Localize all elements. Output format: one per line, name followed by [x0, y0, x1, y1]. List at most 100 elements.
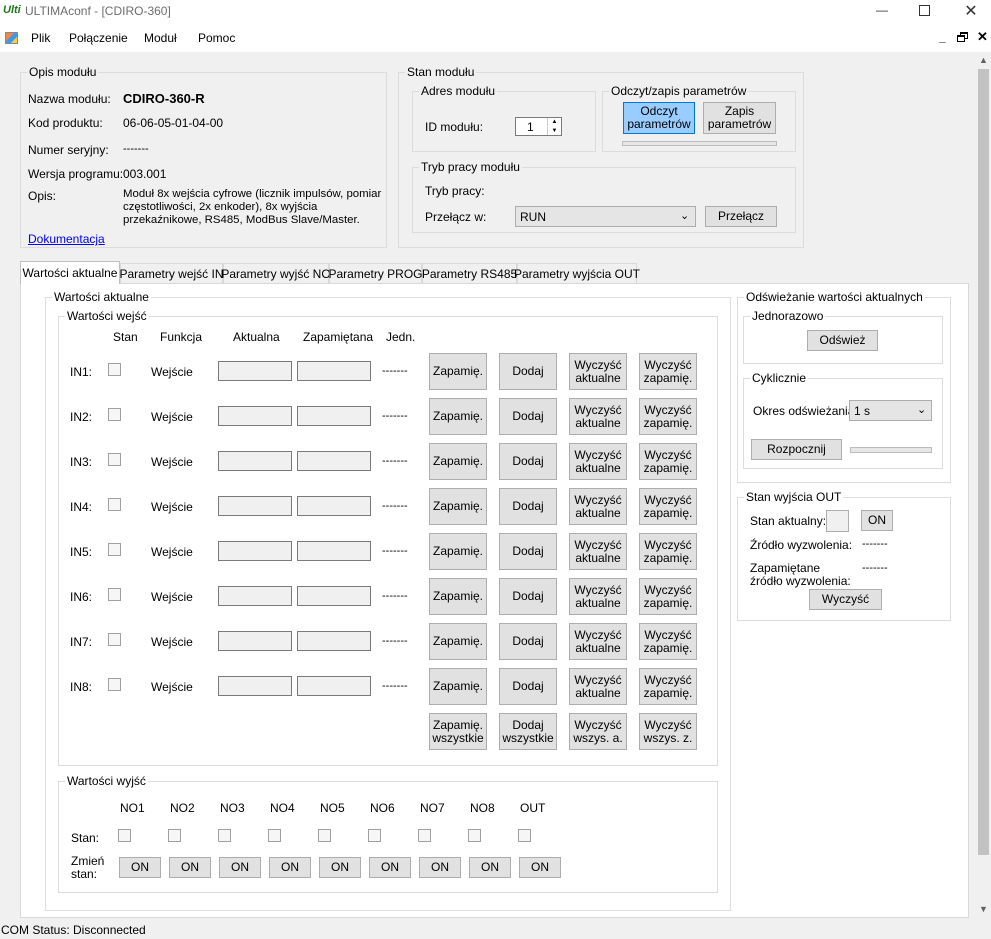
- add-button-in3[interactable]: Dodaj: [499, 443, 557, 480]
- add-button-in5[interactable]: Dodaj: [499, 533, 557, 570]
- output-on-button-no5[interactable]: ON: [319, 857, 361, 878]
- menu-item-modul[interactable]: Moduł: [144, 31, 177, 45]
- clear-stored-button-in8[interactable]: Wyczyść zapamię.: [639, 668, 697, 705]
- spin-up-icon[interactable]: ▲: [547, 118, 561, 126]
- documentation-link[interactable]: Dokumentacja: [28, 232, 105, 246]
- read-params-button[interactable]: Odczyt parametrów: [623, 102, 695, 134]
- period-select[interactable]: 1 s ⌄: [849, 400, 932, 421]
- output-on-button-no8[interactable]: ON: [469, 857, 511, 878]
- out-source-value: -------: [862, 538, 888, 550]
- menu-item-plik[interactable]: Plik: [31, 31, 50, 45]
- store-button-in2[interactable]: Zapamię.: [429, 398, 487, 435]
- out-clear-button[interactable]: Wyczyść: [809, 589, 882, 610]
- spin-down-icon[interactable]: ▼: [547, 127, 561, 135]
- clear-stored-button-in4[interactable]: Wyczyść zapamię.: [639, 488, 697, 525]
- clear-current-button-in3[interactable]: Wyczyść aktualne: [569, 443, 627, 480]
- read-write-progress: [622, 141, 777, 146]
- tab-parametry-wyjsc-no[interactable]: Parametry wyjść NO: [221, 263, 331, 283]
- store-all-button[interactable]: Zapamię. wszystkie: [429, 713, 487, 750]
- tab-parametry-prog[interactable]: Parametry PROG: [328, 263, 423, 283]
- input-stored-value-in4: [297, 496, 371, 516]
- input-row-label-in1: IN1:: [70, 365, 93, 379]
- input-row-label-in5: IN5:: [70, 545, 93, 559]
- com-status: COM Status: Disconnected: [1, 923, 146, 937]
- description-label: Opis:: [28, 189, 57, 203]
- output-on-button-no2[interactable]: ON: [169, 857, 211, 878]
- store-button-in3[interactable]: Zapamię.: [429, 443, 487, 480]
- switch-button[interactable]: Przełącz: [705, 206, 777, 227]
- output-on-button-out[interactable]: ON: [519, 857, 561, 878]
- start-cyclic-button[interactable]: Rozpocznij: [751, 439, 842, 460]
- clear-all-stored-button[interactable]: Wyczyść wszys. z.: [639, 713, 697, 750]
- scroll-down-icon[interactable]: ▼: [979, 904, 988, 914]
- output-on-button-no3[interactable]: ON: [219, 857, 261, 878]
- clear-stored-button-in2[interactable]: Wyczyść zapamię.: [639, 398, 697, 435]
- output-on-button-no6[interactable]: ON: [369, 857, 411, 878]
- clear-current-button-in5[interactable]: Wyczyść aktualne: [569, 533, 627, 570]
- clear-current-button-in6[interactable]: Wyczyść aktualne: [569, 578, 627, 615]
- tab-wartosci-aktualne[interactable]: Wartości aktualne: [20, 261, 120, 284]
- serial-label: Numer seryjny:: [28, 143, 109, 157]
- clear-stored-button-in3[interactable]: Wyczyść zapamię.: [639, 443, 697, 480]
- clear-stored-button-in5[interactable]: Wyczyść zapamię.: [639, 533, 697, 570]
- add-button-in2[interactable]: Dodaj: [499, 398, 557, 435]
- minimize-icon[interactable]: —: [870, 3, 894, 21]
- window-title: ULTIMAconf - [CDIRO-360]: [25, 4, 171, 18]
- tab-parametry-rs485[interactable]: Parametry RS485: [422, 263, 517, 283]
- input-state-checkbox-in3: [108, 453, 121, 466]
- store-button-in6[interactable]: Zapamię.: [429, 578, 487, 615]
- mdi-minimize-icon[interactable]: _: [939, 30, 946, 44]
- store-button-in7[interactable]: Zapamię.: [429, 623, 487, 660]
- add-button-in4[interactable]: Dodaj: [499, 488, 557, 525]
- clear-stored-button-in7[interactable]: Wyczyść zapamię.: [639, 623, 697, 660]
- add-all-button[interactable]: Dodaj wszystkie: [499, 713, 557, 750]
- module-id-spinner[interactable]: 1 ▲ ▼: [515, 117, 562, 136]
- tab-parametry-wyjscia-out[interactable]: Parametry wyjścia OUT: [514, 263, 640, 283]
- vertical-scrollbar[interactable]: ▲ ▼: [976, 52, 991, 918]
- store-button-in4[interactable]: Zapamię.: [429, 488, 487, 525]
- maximize-icon[interactable]: [919, 5, 930, 16]
- output-on-button-no1[interactable]: ON: [119, 857, 161, 878]
- refresh-button[interactable]: Odśwież: [807, 330, 878, 351]
- menu-item-pomoc[interactable]: Pomoc: [198, 31, 235, 45]
- module-state-title: Stan modułu: [405, 65, 477, 79]
- title-bar: Ulti ULTIMAconf - [CDIRO-360] — ✕: [0, 0, 991, 24]
- mdi-restore-icon[interactable]: [957, 32, 968, 42]
- clear-stored-button-in6[interactable]: Wyczyść zapamię.: [639, 578, 697, 615]
- clear-all-current-button[interactable]: Wyczyść wszys. a.: [569, 713, 627, 750]
- mdi-close-icon[interactable]: ✕: [977, 29, 988, 45]
- output-on-button-no4[interactable]: ON: [269, 857, 311, 878]
- add-button-in6[interactable]: Dodaj: [499, 578, 557, 615]
- out-on-button[interactable]: ON: [861, 510, 893, 531]
- menu-item-polaczenie[interactable]: Połączenie: [69, 31, 128, 45]
- add-button-in7[interactable]: Dodaj: [499, 623, 557, 660]
- mdi-app-icon: [5, 32, 18, 44]
- store-button-in8[interactable]: Zapamię.: [429, 668, 487, 705]
- description-value: Moduł 8x wejścia cyfrowe (licznik impuls…: [123, 188, 382, 226]
- header-state: Stan: [113, 330, 138, 344]
- clear-current-button-in1[interactable]: Wyczyść aktualne: [569, 353, 627, 390]
- clear-stored-button-in1[interactable]: Wyczyść zapamię.: [639, 353, 697, 390]
- store-button-in1[interactable]: Zapamię.: [429, 353, 487, 390]
- out-current-label: Stan aktualny:: [750, 514, 827, 528]
- store-button-in5[interactable]: Zapamię.: [429, 533, 487, 570]
- clear-current-button-in7[interactable]: Wyczyść aktualne: [569, 623, 627, 660]
- out-stored-source-value: -------: [862, 562, 888, 574]
- tab-parametry-wejsc-in[interactable]: Parametry wejść IN: [119, 263, 224, 283]
- add-button-in1[interactable]: Dodaj: [499, 353, 557, 390]
- input-unit-in6: -------: [382, 590, 408, 602]
- scroll-thumb[interactable]: [978, 69, 989, 855]
- clear-current-button-in2[interactable]: Wyczyść aktualne: [569, 398, 627, 435]
- input-state-checkbox-in6: [108, 588, 121, 601]
- module-id-value[interactable]: 1: [527, 120, 534, 134]
- add-button-in8[interactable]: Dodaj: [499, 668, 557, 705]
- clear-current-button-in4[interactable]: Wyczyść aktualne: [569, 488, 627, 525]
- switch-mode-select[interactable]: RUN ⌄: [515, 206, 696, 227]
- output-state-checkbox-no7: [418, 829, 431, 842]
- scroll-up-icon[interactable]: ▲: [979, 55, 988, 65]
- write-params-button[interactable]: Zapis parametrów: [703, 102, 776, 134]
- input-state-checkbox-in7: [108, 633, 121, 646]
- clear-current-button-in8[interactable]: Wyczyść aktualne: [569, 668, 627, 705]
- close-icon[interactable]: ✕: [962, 1, 980, 21]
- output-on-button-no7[interactable]: ON: [419, 857, 461, 878]
